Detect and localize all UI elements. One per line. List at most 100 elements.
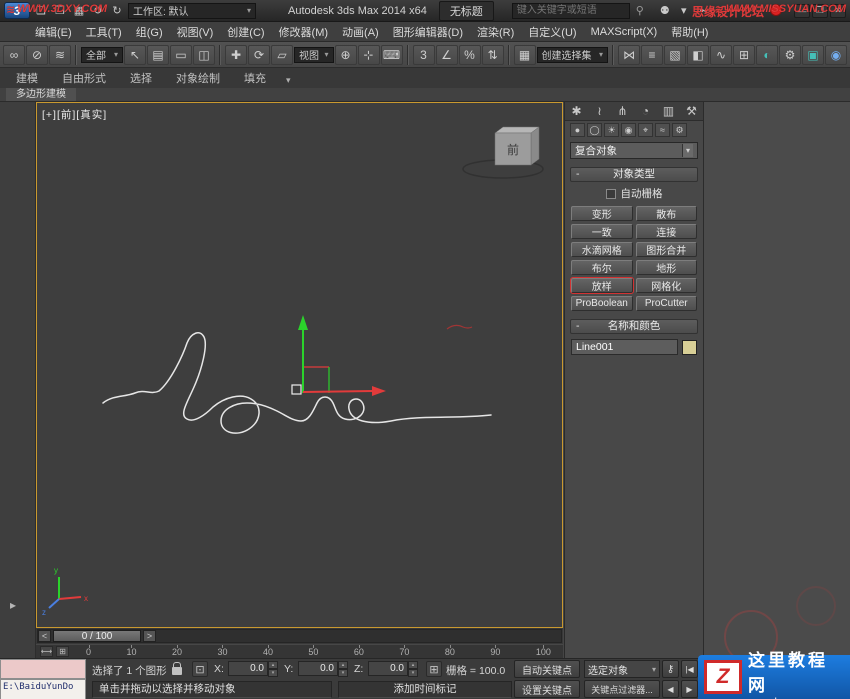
ot-button-boolean[interactable]: 布尔 <box>571 260 633 275</box>
modify-tab[interactable]: ≀ <box>588 102 611 120</box>
previous-frame-transport-button[interactable]: ◀ <box>662 680 679 698</box>
ribbon-tab-freeform[interactable]: 自由形式 <box>50 68 118 88</box>
search-input[interactable] <box>512 3 630 19</box>
menu-views[interactable]: 视图(V) <box>170 21 221 43</box>
add-time-tag-button[interactable]: 添加时间标记 <box>338 681 512 698</box>
curve-editor-icon[interactable]: ∿ <box>710 45 732 65</box>
select-and-rotate-icon[interactable]: ⟳ <box>248 45 270 65</box>
ot-button-loft[interactable]: 放样 <box>571 278 633 293</box>
z-coordinate-field[interactable]: 0.0 <box>368 661 408 676</box>
timeline-tick[interactable]: 30 <box>217 645 227 658</box>
play-button[interactable]: ▶ <box>681 680 698 698</box>
timeline-tick[interactable]: 70 <box>399 645 409 658</box>
systems-category-icon[interactable]: ⚙ <box>672 123 687 137</box>
viewport-label[interactable]: [+][前][真实] <box>42 107 107 122</box>
graphite-toggle-icon[interactable]: ◧ <box>687 45 709 65</box>
select-and-manipulate-icon[interactable]: ⊹ <box>358 45 380 65</box>
menu-create[interactable]: 创建(C) <box>220 21 271 43</box>
lights-category-icon[interactable]: ☀ <box>604 123 619 137</box>
ot-button-scatter[interactable]: 散布 <box>636 206 698 221</box>
object-type-rollout-header[interactable]: - 对象类型 <box>570 167 698 182</box>
gizmo-y-arrowhead[interactable] <box>298 315 308 330</box>
selection-filter-dropdown[interactable]: 全部 ▾ <box>81 47 123 63</box>
timeline-tick[interactable]: 40 <box>263 645 273 658</box>
ot-button-conform[interactable]: 一致 <box>571 224 633 239</box>
set-key-icon[interactable]: ⚷ <box>662 660 679 678</box>
ot-button-procutter[interactable]: ProCutter <box>636 296 698 311</box>
maxscript-mini-listener[interactable]: E:\BaiduYunDo <box>0 679 86 699</box>
timeline-tick[interactable]: 0 <box>86 645 91 658</box>
expand-strip-icon[interactable]: ▸ <box>10 598 16 612</box>
geometry-category-icon[interactable]: ● <box>570 123 585 137</box>
layer-manager-icon[interactable]: ▧ <box>664 45 686 65</box>
search-icon[interactable]: ⚲ <box>632 3 648 19</box>
ot-button-proboolean[interactable]: ProBoolean <box>571 296 633 311</box>
timeline-tick[interactable]: 100 <box>536 645 551 658</box>
x-spinner[interactable]: ▴▾ <box>268 661 278 676</box>
menu-help[interactable]: 帮助(H) <box>664 21 715 43</box>
ribbon-more-dropdown-icon[interactable]: ▾ <box>278 73 299 88</box>
menu-modifiers[interactable]: 修改器(M) <box>272 21 336 43</box>
next-frame-button[interactable]: > <box>143 630 156 642</box>
maxscript-mini-recorder[interactable] <box>0 659 86 679</box>
menu-edit[interactable]: 编辑(E) <box>28 21 79 43</box>
timeline-tick[interactable]: 90 <box>490 645 500 658</box>
timeline-tick[interactable]: 50 <box>308 645 318 658</box>
render-setup-icon[interactable]: ⚙ <box>779 45 801 65</box>
go-to-start-button[interactable]: |◀ <box>681 660 698 678</box>
transform-type-in-icon[interactable]: ⊡ <box>192 661 208 677</box>
timeline-tick[interactable]: 80 <box>445 645 455 658</box>
select-and-move-icon[interactable]: ✚ <box>225 45 247 65</box>
motion-tab[interactable]: ◔ <box>634 102 657 120</box>
menu-customize[interactable]: 自定义(U) <box>521 21 583 43</box>
menu-animation[interactable]: 动画(A) <box>335 21 386 43</box>
y-spinner[interactable]: ▴▾ <box>338 661 348 676</box>
timeline-tick[interactable]: 20 <box>172 645 182 658</box>
render-production-icon[interactable]: ◉ <box>825 45 847 65</box>
ot-button-shapemerge[interactable]: 图形合并 <box>636 242 698 257</box>
menu-tools[interactable]: 工具(T) <box>79 21 129 43</box>
object-name-field[interactable]: Line001 <box>571 339 678 355</box>
redo-icon[interactable]: ↻ <box>108 3 126 19</box>
timeline-tick[interactable]: 10 <box>126 645 136 658</box>
viewport-canvas[interactable]: 前 y x z <box>37 103 562 627</box>
menu-group[interactable]: 组(G) <box>129 21 170 43</box>
reference-coordinate-dropdown[interactable]: 视图 ▾ <box>294 47 334 63</box>
shapes-category-icon[interactable]: ◯ <box>587 123 602 137</box>
snaps-toggle-icon[interactable]: 3 <box>413 45 435 65</box>
cameras-category-icon[interactable]: ◉ <box>621 123 636 137</box>
selection-lock-icon[interactable] <box>172 667 182 675</box>
spinner-snap-icon[interactable]: ⇅ <box>482 45 504 65</box>
ribbon-tab-object-paint[interactable]: 对象绘制 <box>164 68 232 88</box>
select-by-name-icon[interactable]: ▤ <box>147 45 169 65</box>
edit-named-selection-sets-icon[interactable]: ▦ <box>514 45 536 65</box>
object-color-swatch[interactable] <box>682 340 697 355</box>
ribbon-tab-populate[interactable]: 填充 <box>232 68 278 88</box>
utilities-tab[interactable]: ⚒ <box>680 102 703 120</box>
ot-button-blobmesh[interactable]: 水滴网格 <box>571 242 633 257</box>
rendered-frame-window-icon[interactable]: ▣ <box>802 45 824 65</box>
autogrid-checkbox[interactable] <box>606 189 616 199</box>
gizmo-x-arrowhead[interactable] <box>372 386 386 396</box>
y-coordinate-field[interactable]: 0.0 <box>298 661 338 676</box>
sign-in-dropdown-icon[interactable]: ▾ <box>675 3 693 19</box>
timeline-options-icon[interactable]: ⊞ <box>56 646 69 657</box>
space-warps-category-icon[interactable]: ≈ <box>655 123 670 137</box>
front-viewport[interactable]: [+][前][真实] 前 y x z <box>36 102 563 628</box>
x-coordinate-field[interactable]: 0.0 <box>228 661 268 676</box>
create-tab[interactable]: ✱ <box>565 102 588 120</box>
menu-maxscript[interactable]: MAXScript(X) <box>584 23 665 41</box>
name-color-rollout-header[interactable]: - 名称和颜色 <box>570 319 698 334</box>
hierarchy-tab[interactable]: ⋔ <box>611 102 634 120</box>
align-icon[interactable]: ≡ <box>641 45 663 65</box>
set-keys-button[interactable]: 设置关键点 <box>514 680 580 698</box>
viewcube-side-face[interactable] <box>531 127 539 165</box>
workspace-dropdown[interactable]: 工作区: 默认 ▾ <box>128 3 256 19</box>
menu-graph-editors[interactable]: 图形编辑器(D) <box>386 21 470 43</box>
key-filter-selection-dropdown[interactable]: 选定对象 ▾ <box>584 660 660 678</box>
percent-snap-icon[interactable]: % <box>459 45 481 65</box>
pan-timeline-icon[interactable]: ⟷ <box>40 646 53 657</box>
sign-in-icon[interactable]: ⚉ <box>656 3 674 19</box>
ribbon-tab-selection[interactable]: 选择 <box>118 68 164 88</box>
rectangular-selection-region-icon[interactable]: ▭ <box>170 45 192 65</box>
